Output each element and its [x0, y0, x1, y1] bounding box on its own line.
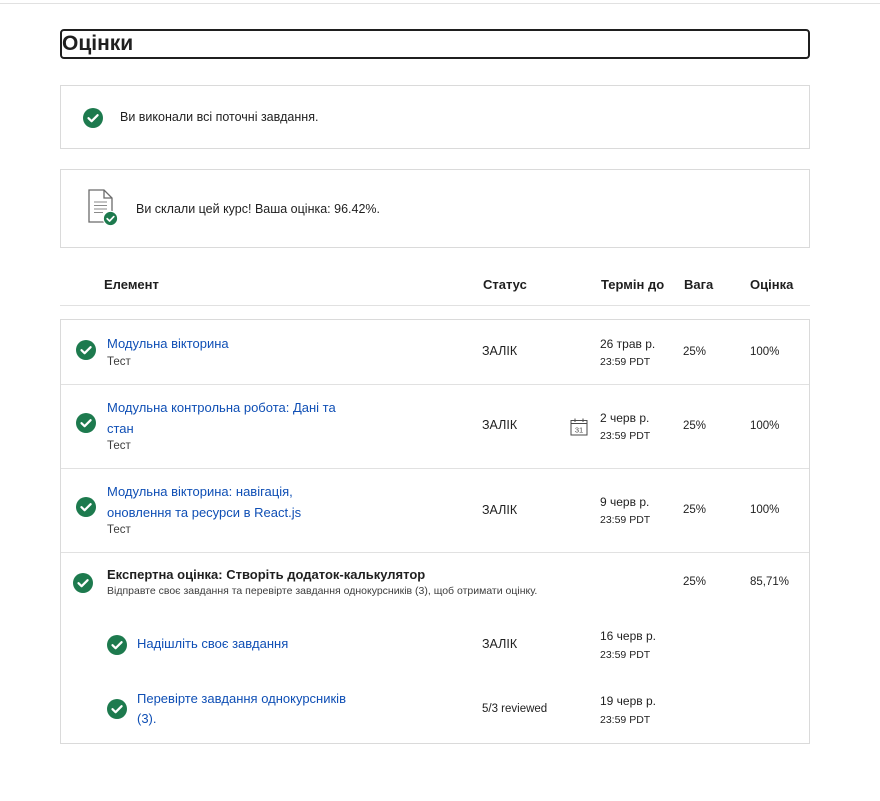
submit-assignment-link[interactable]: Надішліть своє завдання	[137, 634, 367, 654]
due-time: 23:59 PDT	[600, 514, 651, 526]
item-title-link[interactable]: Модульна вікторина	[107, 333, 357, 354]
grades-table-header: Елемент Статус Термін до Вага Оцінка	[60, 270, 810, 306]
header-status: Статус	[483, 277, 527, 292]
page-title: Оцінки	[60, 29, 810, 59]
check-circle-icon	[76, 340, 96, 360]
check-circle-icon	[73, 573, 93, 593]
check-circle-icon	[83, 108, 103, 128]
due-time: 23:59 PDT	[600, 430, 651, 442]
table-row: Модульна вікторина Тест ЗАЛІК 26 трав р.…	[61, 320, 809, 385]
review-peers-link[interactable]: Перевірте завдання однокурсників (3).	[137, 689, 367, 729]
weight-value: 25%	[683, 346, 707, 358]
document-check-icon	[88, 189, 119, 227]
check-circle-icon	[107, 699, 127, 719]
peer-review-subtitle: Відправте своє завдання та перевірте зав…	[107, 585, 538, 597]
due-date: 16 черв р.	[600, 629, 656, 643]
status-text: ЗАЛІК	[482, 637, 518, 651]
item-type: Тест	[107, 440, 131, 452]
status-text: ЗАЛІК	[482, 503, 518, 517]
due-date: 26 трав р.	[600, 337, 656, 351]
svg-text:31: 31	[575, 426, 583, 435]
due-time: 23:59 PDT	[600, 356, 651, 368]
course-passed-notice: Ви склали цей курс! Ваша оцінка: 96.42%.	[60, 169, 810, 248]
grade-value: 100%	[750, 504, 780, 516]
due-date: 2 черв р.	[600, 411, 650, 425]
check-circle-icon	[76, 413, 96, 433]
calendar-icon: 31	[570, 418, 588, 436]
header-grade: Оцінка	[750, 277, 794, 292]
table-row: Модульна вікторина: навігація, оновлення…	[61, 469, 809, 553]
check-circle-icon	[76, 497, 96, 517]
grade-value: 85,71%	[750, 576, 790, 588]
due-date: 19 черв р.	[600, 694, 656, 708]
header-item: Елемент	[104, 277, 159, 292]
status-text: ЗАЛІК	[482, 344, 518, 358]
check-circle-icon	[107, 635, 127, 655]
due-date: 9 черв р.	[600, 495, 650, 509]
header-weight: Вага	[684, 277, 714, 292]
tasks-complete-text: Ви виконали всі поточні завдання.	[120, 110, 319, 124]
weight-value: 25%	[683, 420, 707, 432]
status-text: ЗАЛІК	[482, 418, 518, 432]
item-type: Тест	[107, 356, 131, 368]
item-title-link[interactable]: Модульна вікторина: навігація, оновлення…	[107, 481, 357, 523]
peer-review-title: Експертна оцінка: Створіть додаток-кальк…	[107, 567, 426, 582]
grades-table: Модульна вікторина Тест ЗАЛІК 26 трав р.…	[60, 319, 810, 744]
weight-value: 25%	[683, 576, 707, 588]
grade-value: 100%	[750, 346, 780, 358]
top-divider	[0, 3, 880, 4]
table-row: Модульна контрольна робота: Дані та стан…	[61, 385, 809, 469]
weight-value: 25%	[683, 504, 707, 516]
grade-value: 100%	[750, 420, 780, 432]
peer-review-group: Експертна оцінка: Створіть додаток-кальк…	[61, 553, 809, 743]
due-time: 23:59 PDT	[600, 714, 651, 726]
status-text: 5/3 reviewed	[482, 703, 548, 715]
tasks-complete-notice: Ви виконали всі поточні завдання.	[60, 85, 810, 149]
item-title-link[interactable]: Модульна контрольна робота: Дані та стан	[107, 397, 357, 439]
course-passed-text: Ви склали цей курс! Ваша оцінка: 96.42%.	[136, 202, 380, 216]
item-type: Тест	[107, 524, 131, 536]
due-time: 23:59 PDT	[600, 649, 651, 661]
header-due: Термін до	[601, 277, 665, 292]
